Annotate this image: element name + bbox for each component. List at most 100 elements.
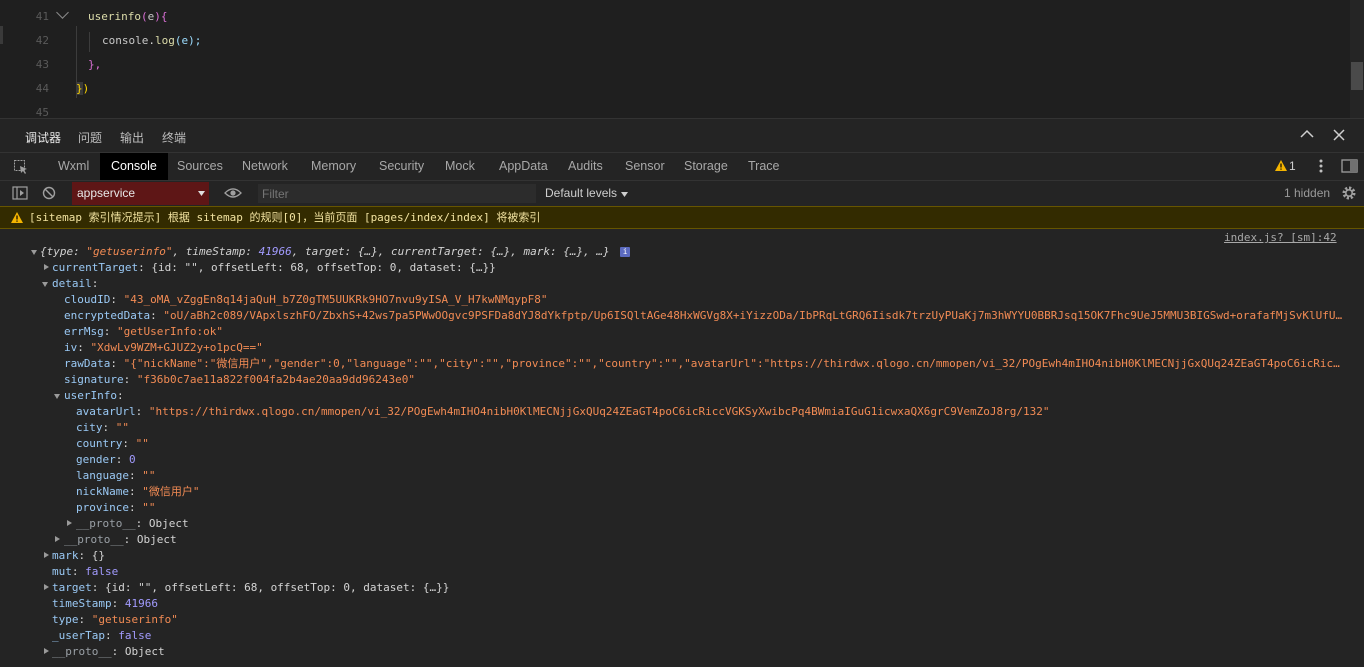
prop-value: 0	[129, 453, 136, 466]
tab-trace[interactable]: Trace	[737, 153, 791, 180]
prop-proto[interactable]: __proto__: Object	[64, 532, 177, 548]
tab-storage[interactable]: Storage	[673, 153, 739, 180]
summary-colon: :	[73, 245, 87, 258]
prop-colon: :	[111, 645, 125, 658]
console-output: index.js? [sm]:42 {type: "getuserinfo", …	[0, 228, 1364, 667]
prop-value: "{"nickName":"微信用户","gender":0,"language…	[123, 357, 1340, 370]
prop-colon: :	[135, 405, 149, 418]
prop-value: {id: "", offsetLeft: 68, offsetTop: 0, d…	[151, 261, 496, 274]
dropdown-arrow-icon	[198, 191, 205, 196]
prop-colon: :	[71, 565, 86, 578]
prop-current-target[interactable]: currentTarget: {id: "", offsetLeft: 68, …	[52, 260, 496, 276]
gear-icon[interactable]	[1341, 185, 1357, 201]
prop-colon: :	[78, 613, 92, 626]
prop-colon: :	[115, 453, 129, 466]
expand-toggle-icon[interactable]	[44, 264, 49, 270]
tab-network[interactable]: Network	[231, 153, 299, 180]
editor-scrollbar-thumb[interactable]	[1351, 62, 1363, 90]
show-sidebar-icon[interactable]	[12, 186, 28, 200]
expand-toggle-icon[interactable]	[31, 250, 37, 255]
prop-user-info[interactable]: userInfo:	[64, 388, 124, 404]
prop-key: currentTarget	[52, 261, 139, 274]
prop-proto[interactable]: __proto__: Object	[76, 516, 189, 532]
info-icon[interactable]: i	[620, 247, 631, 257]
warning-icon[interactable]	[1275, 160, 1287, 171]
prop-key: timeStamp	[52, 597, 112, 610]
prop-colon: :	[123, 533, 137, 546]
filter-input[interactable]	[258, 184, 536, 203]
warning-count[interactable]: 1	[1289, 159, 1296, 173]
expand-toggle-icon[interactable]	[44, 648, 49, 654]
editor-scrollbar[interactable]	[1350, 0, 1364, 118]
prop-value: false	[85, 565, 119, 578]
tab-security[interactable]: Security	[368, 153, 435, 180]
close-icon[interactable]	[1333, 129, 1345, 141]
expand-toggle-icon[interactable]	[55, 536, 60, 542]
eye-icon[interactable]	[224, 187, 242, 199]
prop-key: errMsg	[64, 325, 104, 338]
prop-colon: :	[128, 485, 143, 498]
expand-toggle-icon[interactable]	[42, 282, 48, 287]
summary-text: , target: {…}, currentTarget: {…}, mark:…	[291, 245, 610, 258]
clear-console-icon[interactable]	[42, 186, 56, 200]
more-vertical-icon[interactable]	[1318, 159, 1324, 175]
inspect-element-icon[interactable]	[13, 159, 29, 175]
line-number: 41	[35, 10, 49, 23]
prop-colon: :	[150, 309, 164, 322]
prop-value: "43_oMA_vZggEn8q14jaQuH_b7Z0gTM5UUKRk9HO…	[123, 293, 548, 306]
expand-toggle-icon[interactable]	[67, 520, 72, 526]
prop-proto[interactable]: __proto__: Object	[52, 644, 165, 660]
prop-target[interactable]: target: {id: "", offsetLeft: 68, offsetT…	[52, 580, 449, 596]
summary-key: type	[46, 245, 74, 258]
prop-key: cloudID	[64, 293, 111, 306]
tab-mock[interactable]: Mock	[434, 153, 486, 180]
prop-cloud-id: cloudID: "43_oMA_vZggEn8q14jaQuH_b7Z0gTM…	[64, 292, 547, 308]
prop-iv: iv: "XdwLv9WZM+GJUZ2y+o1pcQ=="	[64, 340, 263, 356]
summary-comma: ,	[172, 245, 186, 258]
prop-key: target	[52, 581, 92, 594]
tab-sources[interactable]: Sources	[166, 153, 234, 180]
prop-value: {}	[91, 549, 105, 562]
prop-colon: :	[91, 581, 105, 594]
prop-value: Object	[136, 533, 177, 546]
tab-debugger[interactable]: 调试器	[25, 129, 62, 155]
prop-key: country	[76, 437, 123, 450]
prop-signature: signature: "f36b0c7ae11a822f004fa2b4ae20…	[64, 372, 415, 388]
prop-key: gender	[76, 453, 116, 466]
code-editor[interactable]: 41 42 43 44 45 userinfo(e){ console.log(…	[0, 0, 1364, 118]
code-token: console	[102, 34, 149, 47]
prop-colon: :	[122, 437, 136, 450]
tab-output[interactable]: 输出	[120, 129, 144, 146]
prop-value: "f36b0c7ae11a822f004fa2b4ae20aa9dd96243e…	[136, 373, 416, 386]
warning-message-row: [sitemap 索引情况提示] 根据 sitemap 的规则[0]，当前页面 …	[0, 206, 1364, 229]
line-number: 45	[35, 106, 49, 118]
tab-wxml[interactable]: Wxml	[47, 153, 100, 180]
expand-toggle-icon[interactable]	[54, 394, 60, 399]
chevron-up-icon[interactable]	[1300, 129, 1314, 139]
prop-detail[interactable]: detail:	[52, 276, 98, 292]
tab-sensor[interactable]: Sensor	[614, 153, 676, 180]
tab-terminal[interactable]: 终端	[162, 129, 186, 146]
tab-memory[interactable]: Memory	[300, 153, 367, 180]
dock-side-icon[interactable]	[1341, 159, 1358, 173]
tab-appdata[interactable]: AppData	[488, 153, 559, 180]
prop-key: mut	[52, 565, 72, 578]
tab-console[interactable]: Console	[100, 153, 168, 180]
expand-toggle-icon[interactable]	[44, 552, 49, 558]
tab-audits[interactable]: Audits	[557, 153, 614, 180]
prop-colon: :	[110, 293, 124, 306]
prop-key: rawData	[64, 357, 111, 370]
prop-mark[interactable]: mark: {}	[52, 548, 105, 564]
prop-type: type: "getuserinfo"	[52, 612, 178, 628]
expand-toggle-icon[interactable]	[44, 584, 49, 590]
summary-value: 41966	[258, 245, 292, 258]
prop-key: _userTap	[52, 629, 105, 642]
tab-problems[interactable]: 问题	[78, 129, 102, 146]
fold-chevron-icon[interactable]	[56, 6, 69, 19]
prop-key: province	[76, 501, 129, 514]
source-link[interactable]: index.js? [sm]:42	[1224, 230, 1337, 246]
log-levels-dropdown[interactable]: Default levels	[545, 186, 629, 200]
log-object-summary[interactable]: {type: "getuserinfo", timeStamp: 41966, …	[40, 244, 631, 260]
code-token: (e);	[174, 34, 202, 47]
context-selector[interactable]: appservice	[72, 182, 209, 205]
